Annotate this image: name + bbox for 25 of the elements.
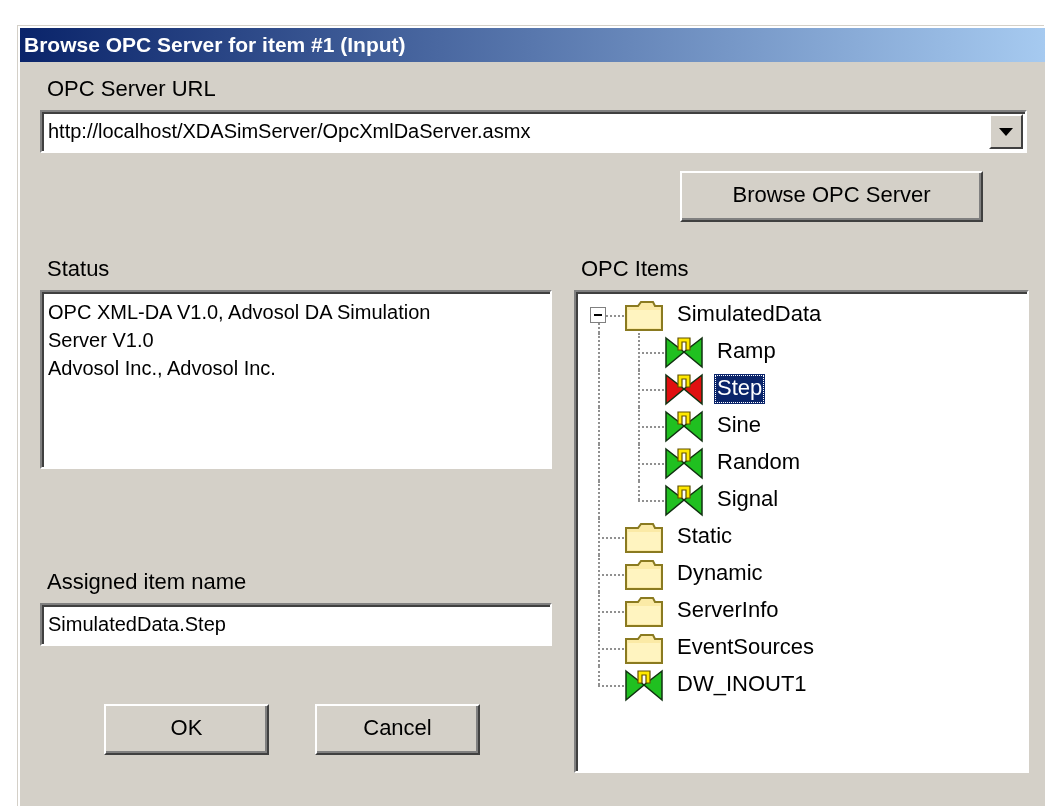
tree-item[interactable]: ServerInfo bbox=[674, 595, 782, 626]
browse-button[interactable]: Browse OPC Server bbox=[680, 171, 983, 222]
field-label: Assigned item name bbox=[47, 569, 248, 595]
url-combo-box[interactable]: http://localhost/XDASimServer/OpcXmlDaServer.asmx bbox=[40, 110, 1027, 153]
field-label: OPC Items bbox=[581, 256, 690, 282]
tree-item[interactable]: Signal bbox=[714, 484, 782, 515]
field-label: OPC Server URL bbox=[47, 76, 217, 102]
tree-item[interactable]: Dynamic bbox=[674, 558, 766, 589]
item-name-field[interactable]: SimulatedData.Step bbox=[40, 603, 552, 646]
tree-item[interactable]: EventSources bbox=[674, 632, 817, 663]
tree-item[interactable]: SimulatedData bbox=[674, 299, 825, 330]
tree-item[interactable]: DW_INOUT1 bbox=[674, 669, 810, 700]
status-box: OPC XML-DA V1.0, Advosol DA Simulation Server V1.0 Advosol Inc., Advosol Inc. bbox=[40, 290, 552, 469]
window-title: Browse OPC Server for item #1 (Input) bbox=[20, 28, 1045, 62]
tree-item[interactable]: Ramp bbox=[714, 336, 779, 367]
collapse-icon[interactable] bbox=[590, 307, 606, 323]
field-label: Status bbox=[47, 256, 111, 282]
tree-item[interactable]: Static bbox=[674, 521, 736, 552]
tree-item[interactable]: Random bbox=[714, 447, 804, 478]
tree-item[interactable]: Step bbox=[714, 373, 766, 404]
cancel-button[interactable]: Cancel bbox=[315, 704, 480, 755]
caret-icon bbox=[999, 127, 1013, 136]
dropdown-button[interactable] bbox=[989, 114, 1023, 149]
tree-item[interactable]: Sine bbox=[714, 410, 765, 441]
ok-button[interactable]: OK bbox=[104, 704, 269, 755]
